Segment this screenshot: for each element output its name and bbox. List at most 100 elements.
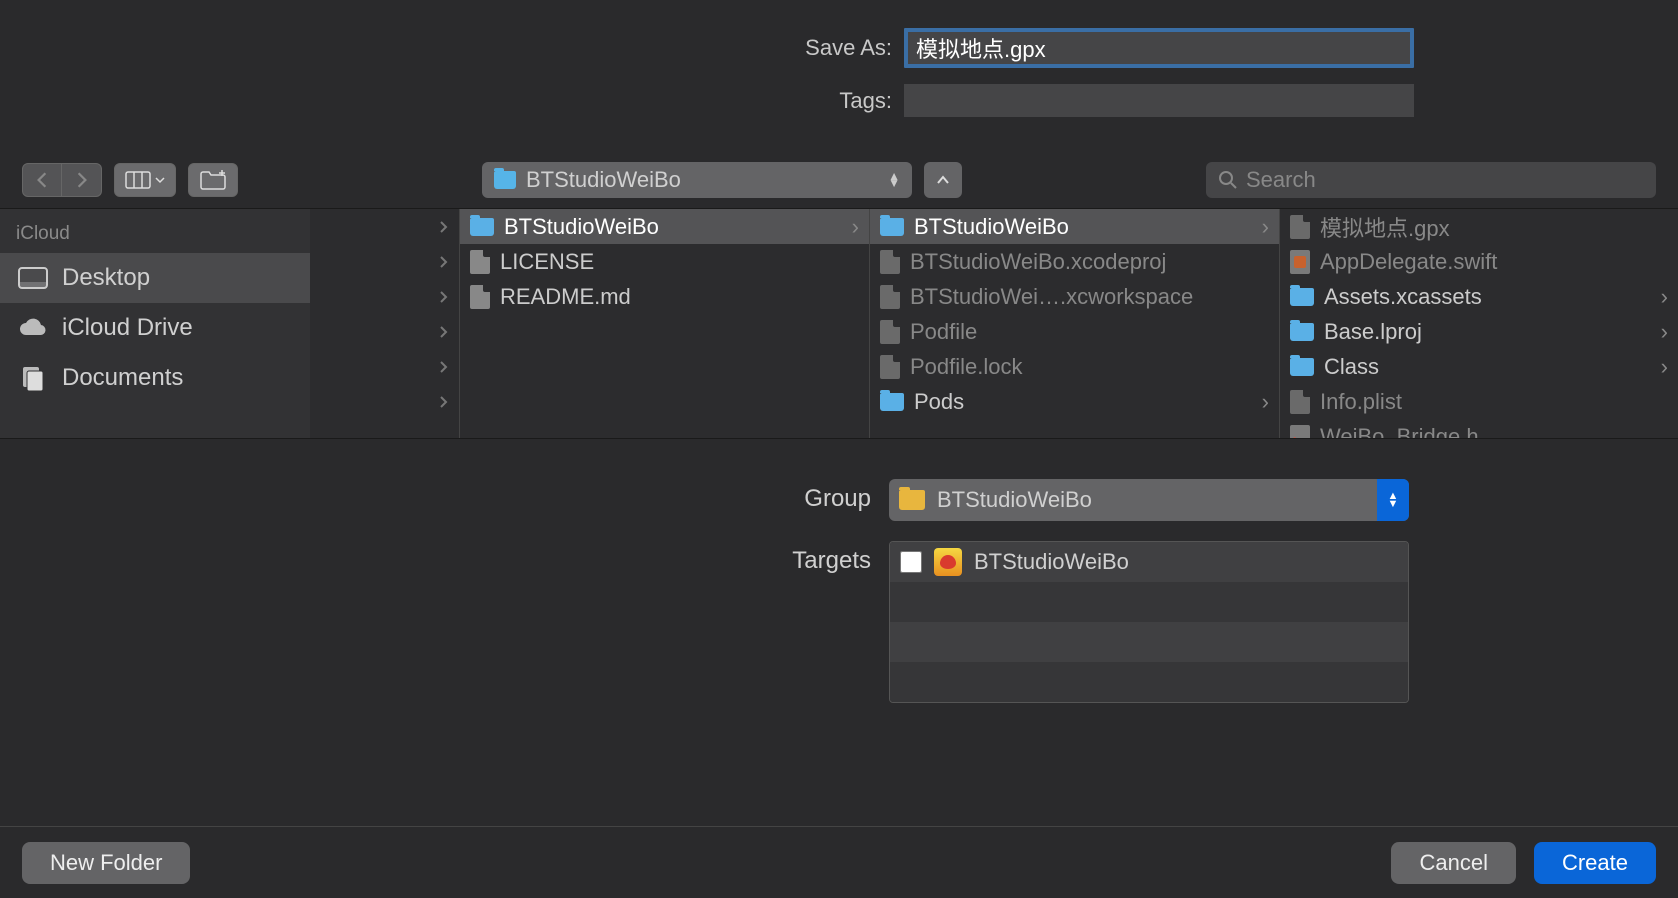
file-row[interactable]: README.md: [460, 279, 869, 314]
file-row[interactable]: 模拟地点.gpx: [1280, 209, 1678, 244]
target-checkbox[interactable]: [900, 551, 922, 573]
file-row[interactable]: Base.lproj›: [1280, 314, 1678, 349]
sidebar-item-icloud-drive[interactable]: iCloud Drive: [0, 303, 310, 353]
save-as-label: Save As:: [264, 35, 904, 61]
file-row[interactable]: Pods ›: [870, 384, 1279, 419]
chevron-right-icon: [439, 290, 449, 304]
document-icon: [1290, 215, 1310, 239]
file-row[interactable]: LICENSE: [460, 244, 869, 279]
view-mode-button[interactable]: [114, 163, 176, 197]
file-label: Class: [1324, 354, 1379, 380]
app-icon: [934, 548, 962, 576]
document-icon: [880, 355, 900, 379]
target-row[interactable]: BTStudioWeiBo: [890, 542, 1408, 582]
chevron-right-icon: [439, 395, 449, 409]
file-label: BTStudioWeiBo: [914, 214, 1069, 240]
file-label: 模拟地点.gpx: [1320, 211, 1450, 243]
chevron-right-icon: [439, 220, 449, 234]
file-label: Pods: [914, 389, 964, 415]
file-label: BTStudioWei….xcworkspace: [910, 284, 1193, 310]
chevron-right-icon: [76, 171, 88, 189]
file-label: README.md: [500, 284, 631, 310]
chevron-right-icon: ›: [1661, 319, 1668, 345]
folder-icon: [494, 171, 516, 189]
sidebar-item-label: iCloud Drive: [62, 314, 193, 342]
cancel-button[interactable]: Cancel: [1391, 842, 1515, 884]
create-button[interactable]: Create: [1534, 842, 1656, 884]
file-label: BTStudioWeiBo: [504, 214, 659, 240]
file-label: Podfile.lock: [910, 354, 1023, 380]
save-as-input[interactable]: [904, 28, 1414, 68]
sidebar-item-documents[interactable]: Documents: [0, 353, 310, 403]
search-box[interactable]: [1206, 162, 1656, 198]
file-label: LICENSE: [500, 249, 594, 275]
chevron-right-icon: ›: [1262, 214, 1269, 240]
columns-icon: [125, 171, 151, 189]
file-row[interactable]: BTStudioWeiBo ›: [460, 209, 869, 244]
collapse-button[interactable]: [924, 162, 962, 198]
file-row[interactable]: BTStudioWeiBo ›: [870, 209, 1279, 244]
tags-input[interactable]: [904, 84, 1414, 117]
search-icon: [1218, 170, 1238, 190]
nav-forward-button[interactable]: [62, 163, 102, 197]
document-icon: [880, 250, 900, 274]
documents-icon: [18, 366, 48, 390]
group-dropdown[interactable]: BTStudioWeiBo ▲▼: [889, 479, 1409, 521]
path-dropdown[interactable]: BTStudioWeiBo ▲▼: [482, 162, 912, 198]
target-label: BTStudioWeiBo: [974, 549, 1129, 575]
chevron-right-icon: [439, 325, 449, 339]
cloud-icon: [18, 316, 48, 340]
chevron-right-icon: ›: [1661, 354, 1668, 380]
new-folder-toolbar-button[interactable]: [188, 163, 238, 197]
file-label: Info.plist: [1320, 389, 1402, 415]
file-row[interactable]: Assets.xcassets›: [1280, 279, 1678, 314]
chevron-updown-icon: ▲▼: [1377, 479, 1409, 521]
swift-file-icon: [1290, 250, 1310, 274]
file-label: Podfile: [910, 319, 977, 345]
group-value: BTStudioWeiBo: [937, 487, 1092, 513]
chevron-right-icon: ›: [1262, 389, 1269, 415]
folder-icon: [1290, 323, 1314, 341]
sidebar-item-desktop[interactable]: Desktop: [0, 253, 310, 303]
chevron-right-icon: ›: [852, 214, 859, 240]
file-row[interactable]: BTStudioWeiBo.xcodeproj: [870, 244, 1279, 279]
target-row-empty: [890, 662, 1408, 702]
targets-list: BTStudioWeiBo: [889, 541, 1409, 703]
folder-icon: [880, 393, 904, 411]
sidebar-item-label: Documents: [62, 364, 183, 392]
file-row[interactable]: Podfile.lock: [870, 349, 1279, 384]
sidebar-item-label: Desktop: [62, 264, 150, 292]
file-row[interactable]: WeiBo_Bridge.h: [1280, 419, 1678, 438]
new-folder-button[interactable]: New Folder: [22, 842, 190, 884]
folder-icon: [1290, 358, 1314, 376]
file-label: AppDelegate.swift: [1320, 249, 1497, 275]
tags-label: Tags:: [264, 88, 904, 114]
chevron-left-icon: [36, 171, 48, 189]
file-row[interactable]: Podfile: [870, 314, 1279, 349]
document-icon: [1290, 390, 1310, 414]
folder-icon: [880, 218, 904, 236]
search-input[interactable]: [1246, 167, 1644, 193]
file-row[interactable]: Class ›: [1280, 349, 1678, 384]
folder-icon: [899, 490, 925, 510]
file-row[interactable]: BTStudioWei….xcworkspace: [870, 279, 1279, 314]
document-icon: [470, 250, 490, 274]
target-row-empty: [890, 582, 1408, 622]
targets-label: Targets: [269, 541, 889, 575]
mini-column: [310, 209, 460, 438]
folder-icon: [1290, 288, 1314, 306]
chevron-right-icon: [439, 255, 449, 269]
file-label: Assets.xcassets: [1324, 284, 1482, 310]
header-file-icon: [1290, 425, 1310, 439]
sidebar-section-header: iCloud: [0, 219, 310, 253]
file-row[interactable]: Info.plist: [1280, 384, 1678, 419]
nav-back-button[interactable]: [22, 163, 62, 197]
document-icon: [880, 285, 900, 309]
file-row[interactable]: AppDelegate.swift: [1280, 244, 1678, 279]
chevron-up-icon: [936, 175, 950, 185]
desktop-icon: [18, 266, 48, 290]
chevron-down-icon: [155, 176, 165, 184]
target-row-empty: [890, 622, 1408, 662]
document-icon: [470, 285, 490, 309]
document-icon: [880, 320, 900, 344]
